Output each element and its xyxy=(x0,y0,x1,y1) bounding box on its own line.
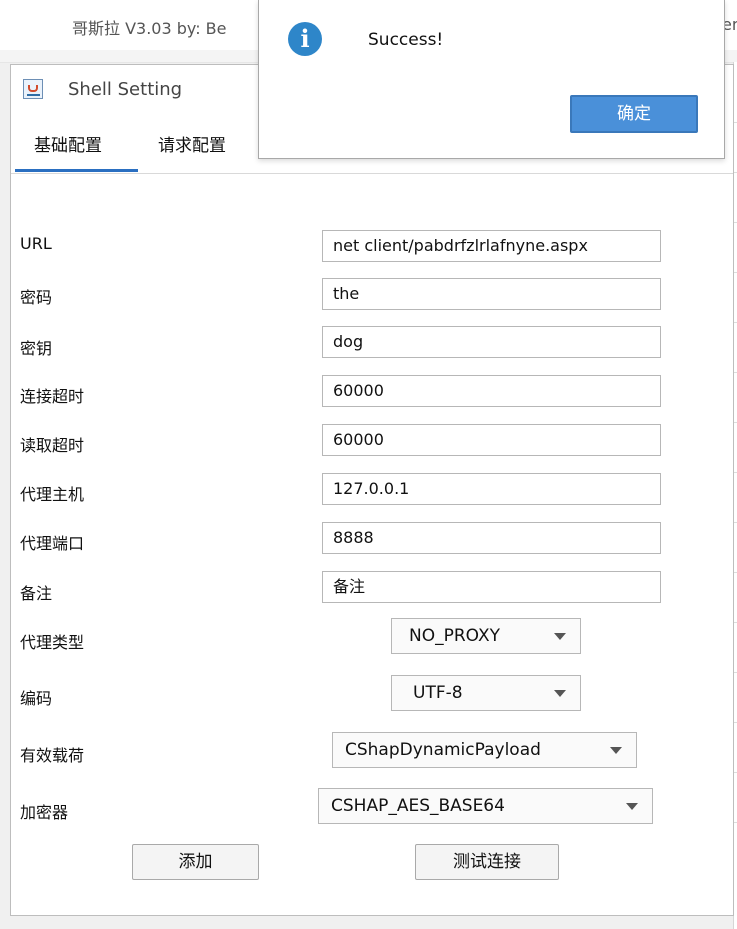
proxy-host-label: 代理主机 xyxy=(20,485,85,504)
tab-request-config[interactable]: 请求配置 xyxy=(158,131,226,161)
connect-timeout-label: 连接超时 xyxy=(20,387,85,406)
java-app-icon xyxy=(23,79,43,99)
background-window-title: 哥斯拉 V3.03 by: Be xyxy=(72,19,227,38)
encoding-label: 编码 xyxy=(20,689,53,708)
chevron-down-icon xyxy=(626,803,638,810)
message-text: Success! xyxy=(368,30,444,50)
password-input[interactable]: the xyxy=(322,278,661,310)
connect-timeout-input[interactable]: 60000 xyxy=(322,375,661,407)
read-timeout-input[interactable]: 60000 xyxy=(322,424,661,456)
secret-key-input[interactable]: dog xyxy=(322,326,661,358)
cryption-value: CSHAP_AES_BASE64 xyxy=(331,796,505,816)
proxy-host-input[interactable]: 127.0.0.1 xyxy=(322,473,661,505)
url-label: URL xyxy=(20,234,52,253)
payload-select[interactable]: CShapDynamicPayload xyxy=(332,732,637,768)
proxy-port-label: 代理端口 xyxy=(20,534,85,553)
read-timeout-label: 读取超时 xyxy=(20,436,85,455)
info-icon: i xyxy=(288,22,322,56)
cryption-select[interactable]: CSHAP_AES_BASE64 xyxy=(318,788,653,824)
tabs-divider xyxy=(11,173,733,174)
proxy-type-select[interactable]: NO_PROXY xyxy=(391,618,581,654)
shell-setting-title: Shell Setting xyxy=(68,79,183,100)
shell-setting-dialog: Shell Setting 基础配置 请求配置 URL net client/p… xyxy=(10,64,734,916)
chevron-down-icon xyxy=(610,747,622,754)
test-connection-button[interactable]: 测试连接 xyxy=(415,844,559,880)
password-label: 密码 xyxy=(20,288,53,307)
success-message-dialog: i Success! 确定 xyxy=(258,0,725,159)
payload-label: 有效载荷 xyxy=(20,746,85,765)
remark-input[interactable]: 备注 xyxy=(322,571,661,603)
encoding-value: UTF-8 xyxy=(413,683,463,703)
add-button[interactable]: 添加 xyxy=(132,844,259,880)
cryption-label: 加密器 xyxy=(20,803,69,822)
tab-basic-config[interactable]: 基础配置 xyxy=(34,131,102,161)
proxy-port-input[interactable]: 8888 xyxy=(322,522,661,554)
active-tab-indicator xyxy=(15,169,138,172)
secret-key-label: 密钥 xyxy=(20,339,53,358)
ok-button[interactable]: 确定 xyxy=(570,95,698,133)
proxy-type-value: NO_PROXY xyxy=(409,626,500,646)
remark-label: 备注 xyxy=(20,584,53,603)
chevron-down-icon xyxy=(554,690,566,697)
payload-value: CShapDynamicPayload xyxy=(345,740,541,760)
encoding-select[interactable]: UTF-8 xyxy=(391,675,581,711)
url-input[interactable]: net client/pabdrfzlrlafnyne.aspx xyxy=(322,230,661,262)
proxy-type-label: 代理类型 xyxy=(20,633,85,652)
chevron-down-icon xyxy=(554,633,566,640)
